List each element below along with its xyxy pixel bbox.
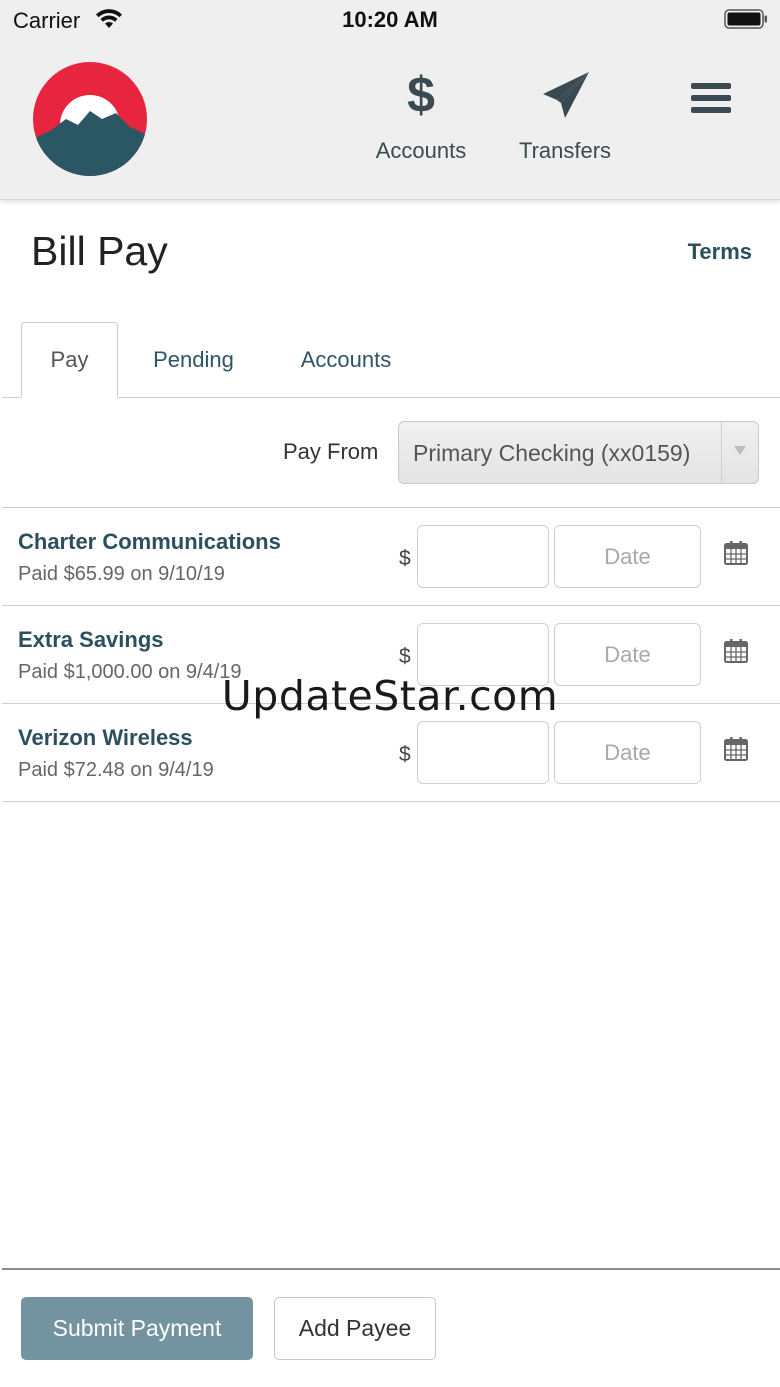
status-time: 10:20 AM: [342, 7, 438, 32]
battery-icon: [724, 9, 767, 29]
status-bar: Carrier 10:20 AM: [0, 0, 780, 40]
svg-text:$: $: [407, 67, 435, 123]
tab-bar: Pay Pending Accounts: [0, 322, 780, 398]
pay-from-select[interactable]: Primary Checking (xx0159): [398, 421, 759, 484]
payee-name[interactable]: Extra Savings: [18, 627, 164, 653]
nav-accounts-label: Accounts: [375, 138, 467, 163]
row-divider: [2, 801, 780, 802]
nav-accounts[interactable]: $ Accounts: [361, 64, 481, 164]
footer-divider: [2, 1268, 780, 1270]
chevron-down-icon: [734, 446, 746, 455]
nav-transfers-label: Transfers: [518, 138, 612, 163]
nav-transfers[interactable]: Transfers: [505, 64, 625, 164]
hamburger-menu-icon[interactable]: [690, 80, 732, 116]
terms-link[interactable]: Terms: [688, 239, 752, 265]
add-payee-button[interactable]: Add Payee: [274, 1297, 436, 1360]
tab-accounts[interactable]: Accounts: [284, 322, 408, 398]
date-input[interactable]: [554, 525, 701, 588]
page-title: Bill Pay: [31, 228, 168, 274]
calendar-icon[interactable]: [723, 638, 749, 664]
payee-name[interactable]: Charter Communications: [18, 529, 281, 555]
submit-payment-button[interactable]: Submit Payment: [21, 1297, 253, 1360]
currency-symbol: $: [399, 645, 411, 668]
amount-input[interactable]: [417, 721, 549, 784]
date-input[interactable]: [554, 721, 701, 784]
pay-from-value: Primary Checking (xx0159): [413, 440, 691, 466]
calendar-icon[interactable]: [723, 540, 749, 566]
mountain-sun-logo[interactable]: [32, 61, 148, 177]
calendar-icon[interactable]: [723, 736, 749, 762]
paper-plane-icon: [543, 72, 589, 118]
app-header: $ Accounts Transfers: [0, 40, 780, 200]
amount-input[interactable]: [417, 525, 549, 588]
watermark-text: UpdateStar.com: [221, 672, 559, 720]
pay-from-label: Pay From: [283, 439, 379, 464]
select-divider: [721, 422, 722, 483]
payee-row: Charter Communications Paid $65.99 on 9/…: [0, 507, 780, 605]
tab-divider: [2, 397, 780, 398]
dollar-icon: $: [407, 67, 435, 123]
payee-last-payment: Paid $72.48 on 9/4/19: [18, 759, 214, 781]
tab-pending[interactable]: Pending: [136, 322, 251, 398]
payee-name[interactable]: Verizon Wireless: [18, 725, 193, 751]
payee-last-payment: Paid $65.99 on 9/10/19: [18, 563, 225, 585]
tab-pay[interactable]: Pay: [21, 322, 118, 398]
currency-symbol: $: [399, 743, 411, 766]
currency-symbol: $: [399, 547, 411, 570]
